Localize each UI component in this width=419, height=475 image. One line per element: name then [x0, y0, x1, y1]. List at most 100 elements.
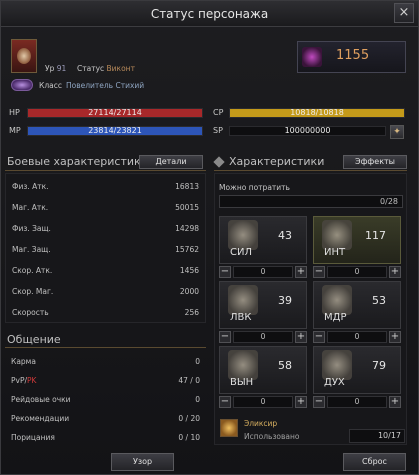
comm-value: 47 / 0 [178, 376, 200, 385]
stat-value: 117 [365, 229, 386, 242]
cp-bar: 10818/10818 [229, 108, 405, 118]
stat-allocation: 0 [327, 331, 387, 343]
comm-value: 0 [195, 395, 200, 404]
elixir-used-label: Использовано [244, 432, 300, 441]
stat-value: 39 [278, 294, 292, 307]
comm-value: 0 / 20 [178, 414, 200, 423]
increase-button[interactable]: + [295, 266, 307, 278]
decrease-button[interactable]: − [313, 331, 325, 343]
stat-stepper: −0 + [313, 266, 401, 278]
pattern-button[interactable]: Узор [111, 453, 174, 471]
comm-label: Карма [11, 357, 36, 366]
attributes-title: Характеристики [229, 155, 325, 168]
increase-button[interactable]: + [389, 266, 401, 278]
stat-card: ИНТ 117 [313, 216, 401, 264]
stat-label: Маг. Защ. [12, 245, 51, 254]
stat-card: МДР 53 [313, 281, 401, 329]
skill-points-icon [302, 47, 322, 67]
class-info: Класс Повелитель Стихий [11, 79, 144, 91]
class-value: Повелитель Стихий [65, 80, 145, 90]
increase-button[interactable]: + [389, 396, 401, 408]
character-status-window: Статус персонажа × Ур 91 Статус Виконт К… [0, 0, 419, 475]
stat-value: 50015 [175, 203, 199, 212]
stat-label: Скор. Атк. [12, 266, 53, 275]
combat-stat-row: Скор. Атк. 1456 [12, 262, 199, 278]
combat-stat-row: Физ. Защ. 14298 [12, 220, 199, 236]
mp-bar: 23814/23821 [27, 126, 203, 136]
decrease-button[interactable]: − [313, 396, 325, 408]
stat-stepper: −0 + [219, 266, 307, 278]
level-label: Ур [45, 64, 55, 73]
increase-button[interactable]: + [389, 331, 401, 343]
combat-stats-list: Физ. Атк. 16813 Маг. Атк. 50015 Физ. Защ. 142… [5, 173, 206, 323]
communication-title: Общение [7, 333, 61, 346]
communication-row: PvP/PK 47 / 0 [11, 372, 200, 388]
stat-stepper: −0 + [313, 396, 401, 408]
stat-label: Скор. Маг. [12, 287, 54, 296]
stat-stepper: −0 + [219, 396, 307, 408]
communication-row: Рейдовые очки 0 [11, 391, 200, 407]
stat-name: ВЫН [230, 377, 254, 388]
class-label: Класс [39, 80, 62, 90]
stat-icon [228, 285, 258, 315]
combat-stat-row: Маг. Защ. 15762 [12, 241, 199, 257]
stat-card: ЛВК 39 [219, 281, 307, 329]
elixir-used-value: 10/17 [349, 429, 405, 443]
decrease-button[interactable]: − [313, 266, 325, 278]
crest-icon [17, 48, 31, 64]
comm-label: Порицания [11, 433, 55, 442]
stat-card: СИЛ 43 [219, 216, 307, 264]
close-icon[interactable]: × [394, 3, 414, 23]
stat-allocation: 0 [327, 266, 387, 278]
stat-name: ИНТ [324, 247, 346, 258]
stat-value: 1456 [179, 266, 199, 275]
stat-stepper: −0 + [313, 331, 401, 343]
stat-icon [322, 350, 352, 380]
reset-button[interactable]: Сброс [343, 453, 406, 471]
details-button[interactable]: Детали [139, 155, 203, 169]
stat-stepper: −0 + [219, 331, 307, 343]
pvp-pk-label: PvP/PK [11, 376, 37, 385]
stat-icon [322, 285, 352, 315]
increase-button[interactable]: + [295, 331, 307, 343]
combat-stat-row: Скор. Маг. 2000 [12, 283, 199, 299]
attributes-info-icon [213, 156, 225, 168]
increase-button[interactable]: + [295, 396, 307, 408]
decrease-button[interactable]: − [219, 396, 231, 408]
communication-list: Карма 0 PvP/PK 47 / 0 Рейдовые очки 0 Рекоменд… [5, 349, 206, 445]
sp-value: 100000000 [284, 126, 331, 135]
clan-crest-avatar [11, 39, 37, 73]
communication-row: Порицания 0 / 10 [11, 429, 200, 445]
hp-bar: 27114/27114 [27, 108, 203, 118]
stat-value: 15762 [175, 245, 199, 254]
stat-icon [228, 220, 258, 250]
stat-label: Скорость [12, 308, 49, 317]
sp-bar: 100000000 [229, 126, 386, 136]
hp-value: 27114/27114 [88, 108, 142, 117]
stat-allocation: 0 [327, 396, 387, 408]
exp-boost-button[interactable]: ✦ [390, 125, 404, 139]
stat-value: 79 [372, 359, 386, 372]
elixir-name: Эликсир [244, 419, 278, 428]
window-title: Статус персонажа [1, 1, 418, 27]
cp-value: 10818/10818 [290, 108, 344, 117]
effects-button[interactable]: Эффекты [343, 155, 407, 169]
stat-allocation: 0 [233, 331, 293, 343]
stat-value: 2000 [179, 287, 199, 296]
stat-label: Физ. Атк. [12, 182, 49, 191]
stat-name: ДУХ [324, 377, 345, 388]
level-info: Ур 91 [45, 64, 66, 73]
mp-value: 23814/23821 [88, 126, 142, 135]
available-points-label: Можно потратить [219, 183, 290, 192]
stat-value: 53 [372, 294, 386, 307]
stat-icon [322, 220, 352, 250]
section-divider [5, 347, 206, 348]
stat-value: 14298 [175, 224, 199, 233]
elixir-icon [220, 419, 238, 437]
stat-value: 16813 [175, 182, 199, 191]
stat-name: СИЛ [230, 247, 252, 258]
decrease-button[interactable]: − [219, 331, 231, 343]
combat-stat-row: Физ. Атк. 16813 [12, 178, 199, 194]
comm-value: 0 [195, 357, 200, 366]
decrease-button[interactable]: − [219, 266, 231, 278]
